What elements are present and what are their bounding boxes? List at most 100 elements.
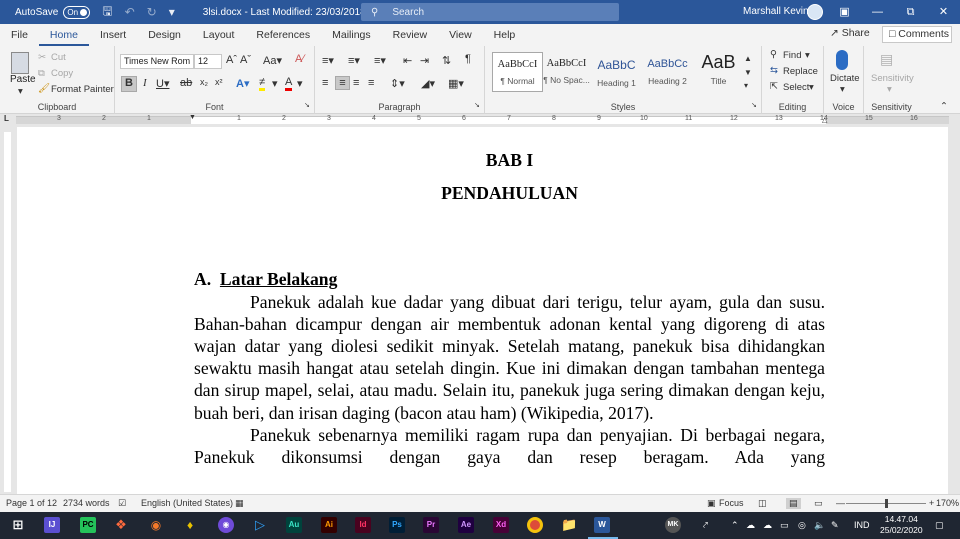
dictate-dropdown-icon[interactable]: ▾ (840, 84, 845, 95)
tab-insert[interactable]: Insert (89, 24, 137, 46)
text-effects-icon[interactable]: A▾ (236, 77, 249, 90)
premiere-icon[interactable]: Pr (423, 517, 439, 533)
tray-expand-icon[interactable]: ⌃ (731, 520, 739, 531)
battery-icon[interactable]: ▭ (780, 520, 789, 531)
redo-icon[interactable]: ↻ (147, 5, 157, 19)
strikethrough-icon[interactable]: ab (180, 77, 192, 89)
font-color-icon[interactable]: A (285, 76, 293, 91)
borders-icon[interactable]: ▦▾ (448, 77, 464, 90)
people-icon[interactable]: ⤤ (703, 520, 708, 531)
sensitivity-dropdown-icon[interactable]: ▾ (887, 84, 892, 95)
dictate-button[interactable]: Dictate (830, 73, 860, 84)
sensitivity-icon[interactable]: ▤ (880, 51, 893, 68)
copy-button[interactable]: Copy (51, 68, 73, 79)
blender-icon[interactable]: ◉ (148, 517, 164, 533)
print-layout-icon[interactable]: ▤ (786, 498, 801, 509)
chrome-icon[interactable] (527, 517, 543, 533)
tab-home[interactable]: Home (38, 24, 89, 46)
ribbon-display-icon[interactable]: ▣ (828, 0, 861, 24)
find-icon[interactable]: ⚲ (770, 49, 777, 60)
tab-file[interactable]: File (0, 24, 39, 46)
proofing-icon[interactable]: ☑ (118, 498, 126, 509)
restore-icon[interactable]: ⧉ (894, 0, 927, 24)
find-dropdown-icon[interactable]: ▾ (805, 50, 810, 61)
after-effects-icon[interactable]: Ae (458, 517, 474, 533)
styles-more-icon[interactable]: ▾ (744, 81, 748, 90)
pen-icon[interactable]: ✎ (831, 520, 839, 531)
page-count[interactable]: Page 1 of 12 (6, 498, 57, 508)
system-clock[interactable]: 14.47.04 25/02/2020 (880, 514, 923, 536)
numbering-icon[interactable]: ≡▾ (348, 54, 360, 67)
show-formatting-icon[interactable]: ¶ (465, 53, 471, 65)
vscode-icon[interactable]: ▷ (252, 517, 268, 533)
replace-icon[interactable]: ⇆ (770, 65, 778, 76)
volume-icon[interactable]: 🔈 (814, 520, 825, 531)
sensitivity-button[interactable]: Sensitivity (871, 73, 914, 84)
right-indent-marker-icon[interactable]: △ (822, 116, 827, 124)
tab-selector-icon[interactable]: L (4, 114, 9, 123)
share-button[interactable]: ↗ Share (830, 27, 870, 39)
grow-font-icon[interactable]: Aˆ (226, 54, 237, 66)
tab-references[interactable]: References (245, 24, 321, 46)
styles-scroll-up-icon[interactable]: ▲ (744, 54, 752, 63)
font-name-select[interactable]: Times New Rom (120, 54, 194, 69)
font-color-dropdown-icon[interactable]: ▾ (297, 77, 303, 90)
style-heading-2[interactable]: AaBbCc Heading 2 (642, 52, 693, 92)
indesign-icon[interactable]: Id (355, 517, 371, 533)
tab-layout[interactable]: Layout (192, 24, 246, 46)
xd-icon[interactable]: Xd (493, 517, 509, 533)
obs-icon[interactable]: ◉ (218, 517, 234, 533)
cut-button[interactable]: Cut (51, 52, 66, 63)
style-no-spacing[interactable]: AaBbCcI ¶ No Spac... (541, 52, 592, 92)
read-mode-icon[interactable]: ◫ (758, 498, 767, 509)
sort-icon[interactable]: ⇅ (442, 54, 451, 67)
clear-formatting-icon[interactable]: A∕ (295, 53, 304, 65)
change-case-icon[interactable]: Aa▾ (263, 54, 282, 67)
photoshop-icon[interactable]: Ps (389, 517, 405, 533)
font-dialog-launcher-icon[interactable]: ↘ (304, 101, 310, 109)
search-box[interactable]: ⚲ Search (361, 3, 619, 21)
select-dropdown-icon[interactable]: ▾ (809, 82, 814, 93)
style-normal[interactable]: AaBbCcI ¶ Normal (492, 52, 543, 92)
font-size-select[interactable]: 12 (194, 54, 222, 69)
shading-icon[interactable]: ◢▾ (421, 77, 435, 90)
sublime-icon[interactable]: ♦ (182, 517, 198, 533)
onedrive-icon[interactable]: ☁ (763, 520, 772, 531)
style-heading-1[interactable]: AaBbC Heading 1 (591, 52, 642, 92)
word-icon[interactable]: W (594, 517, 610, 533)
justify-icon[interactable]: ≡ (368, 77, 374, 89)
highlight-icon[interactable]: ≠ (259, 76, 266, 91)
customize-qat-icon[interactable]: ▾ (169, 5, 175, 19)
save-icon[interactable]: 🖫 (102, 2, 112, 23)
app-icon[interactable]: ❖ (113, 517, 129, 533)
bold-icon[interactable]: B (121, 76, 137, 92)
audition-icon[interactable]: Au (286, 517, 302, 533)
tab-help[interactable]: Help (483, 24, 527, 46)
word-count[interactable]: 2734 words (63, 498, 110, 508)
subscript-icon[interactable]: x₂ (200, 77, 208, 87)
intellij-icon[interactable]: IJ (44, 517, 60, 533)
undo-icon[interactable]: ↶ (125, 5, 135, 19)
illustrator-icon[interactable]: Ai (321, 517, 337, 533)
document-page[interactable]: BAB I PENDAHULUAN A. Latar Belakang Pane… (17, 127, 948, 494)
autosave-switch[interactable]: On (63, 5, 91, 19)
minimize-icon[interactable]: — (861, 0, 894, 24)
highlight-dropdown-icon[interactable]: ▾ (272, 77, 278, 90)
collapse-ribbon-icon[interactable]: ⌃ (940, 101, 948, 112)
pycharm-icon[interactable]: PC (80, 517, 96, 533)
zoom-level[interactable]: 170% (936, 498, 959, 508)
align-right-icon[interactable]: ≡ (353, 77, 359, 89)
copy-icon[interactable]: ⧉ (38, 68, 45, 79)
focus-button[interactable]: Focus (719, 498, 744, 508)
zoom-slider-thumb[interactable] (885, 499, 888, 508)
replace-button[interactable]: Replace (783, 66, 818, 77)
format-painter-button[interactable]: Format Painter (51, 84, 114, 95)
find-button[interactable]: Find (783, 50, 801, 61)
styles-scroll-down-icon[interactable]: ▼ (744, 68, 752, 77)
user-avatar-taskbar[interactable]: MK (665, 517, 681, 533)
user-avatar[interactable] (807, 4, 823, 20)
paste-icon[interactable] (11, 52, 29, 74)
increase-indent-icon[interactable]: ⇥ (420, 54, 429, 67)
superscript-icon[interactable]: x² (215, 77, 223, 87)
tab-design[interactable]: Design (137, 24, 192, 46)
